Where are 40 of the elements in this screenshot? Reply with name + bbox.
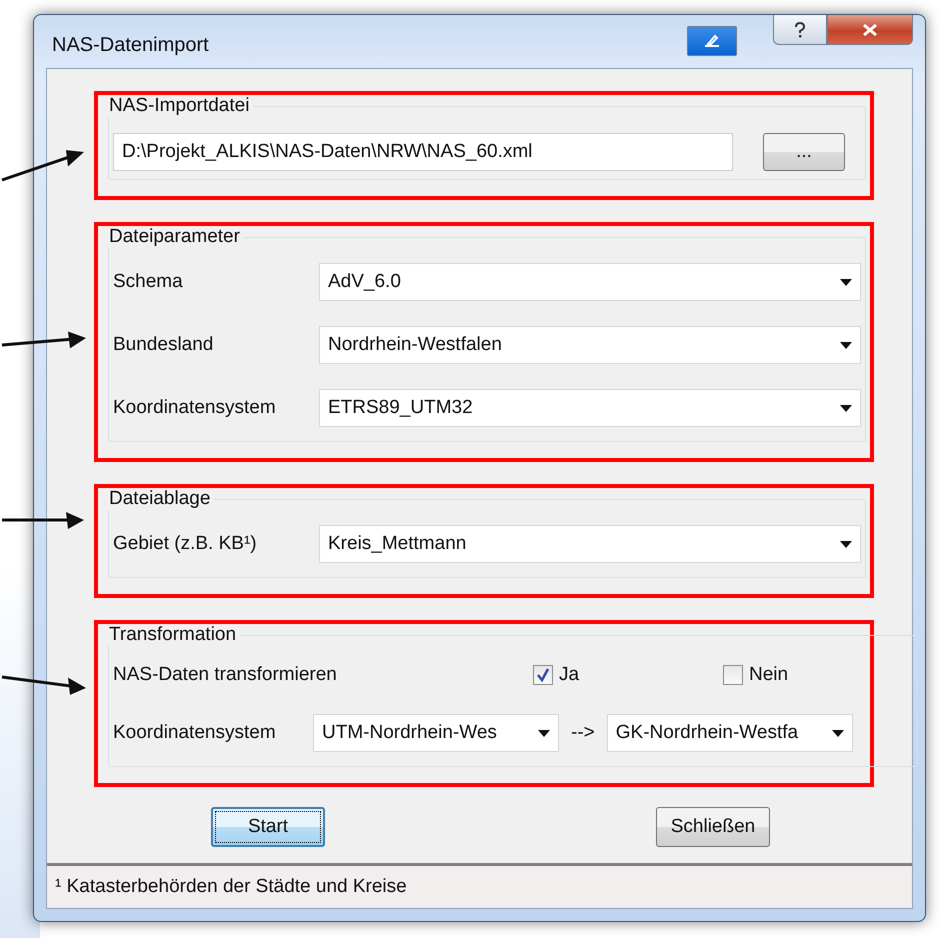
- dropdown[interactable]: Kreis_Mettmann: [319, 525, 861, 563]
- help-icon: [793, 20, 807, 38]
- field-label: Gebiet (z.B. KB¹): [113, 533, 258, 555]
- group-legend: Transformation: [105, 624, 240, 646]
- close-button[interactable]: [827, 15, 913, 45]
- checkbox[interactable]: [533, 665, 553, 685]
- dropdown[interactable]: AdV_6.0: [319, 263, 861, 301]
- field-label: Koordinatensystem: [113, 722, 277, 744]
- field-label: Bundesland: [113, 334, 214, 356]
- field-label: Koordinatensystem: [113, 397, 277, 419]
- start-button[interactable]: Start: [211, 807, 325, 847]
- close-icon: [861, 22, 879, 36]
- dropdown[interactable]: UTM-Nordrhein-Wes: [313, 714, 559, 752]
- arrow-text: -->: [571, 722, 595, 744]
- browse-button[interactable]: ...: [763, 133, 845, 171]
- file-path-field[interactable]: D:\Projekt_ALKIS\NAS-Daten\NRW\NAS_60.xml: [113, 133, 733, 171]
- keyboard-button[interactable]: [687, 26, 737, 56]
- dropdown[interactable]: GK-Nordrhein-Westfa: [606, 714, 853, 752]
- close-dialog-button[interactable]: Schließen: [656, 807, 770, 847]
- checkbox-label: Nein: [749, 664, 788, 686]
- dropdown-arrow-icon: [840, 540, 852, 548]
- dropdown[interactable]: ETRS89_UTM32: [319, 389, 861, 427]
- group-legend: NAS-Importdatei: [105, 95, 254, 117]
- window-title: NAS-Datenimport: [52, 34, 209, 57]
- checkbox[interactable]: [723, 665, 743, 685]
- dropdown-arrow-icon: [840, 404, 852, 412]
- help-button[interactable]: [773, 15, 827, 45]
- group-legend: Dateiablage: [105, 488, 214, 510]
- dropdown-arrow-icon: [840, 278, 852, 286]
- dropdown[interactable]: Nordrhein-Westfalen: [319, 326, 861, 364]
- field-label: Schema: [113, 271, 184, 293]
- dropdown-arrow-icon: [832, 730, 844, 736]
- group-legend: Dateiparameter: [105, 226, 244, 248]
- footnote-text: ¹ Katasterbehörden der Städte und Kreise: [55, 876, 407, 897]
- dropdown-arrow-icon: [840, 342, 852, 348]
- checkmark-icon: [535, 667, 551, 683]
- dropdown-arrow-icon: [538, 730, 550, 736]
- field-label: NAS-Daten transformieren: [113, 664, 338, 686]
- checkbox-label: Ja: [559, 664, 580, 686]
- pen-icon: [702, 34, 722, 48]
